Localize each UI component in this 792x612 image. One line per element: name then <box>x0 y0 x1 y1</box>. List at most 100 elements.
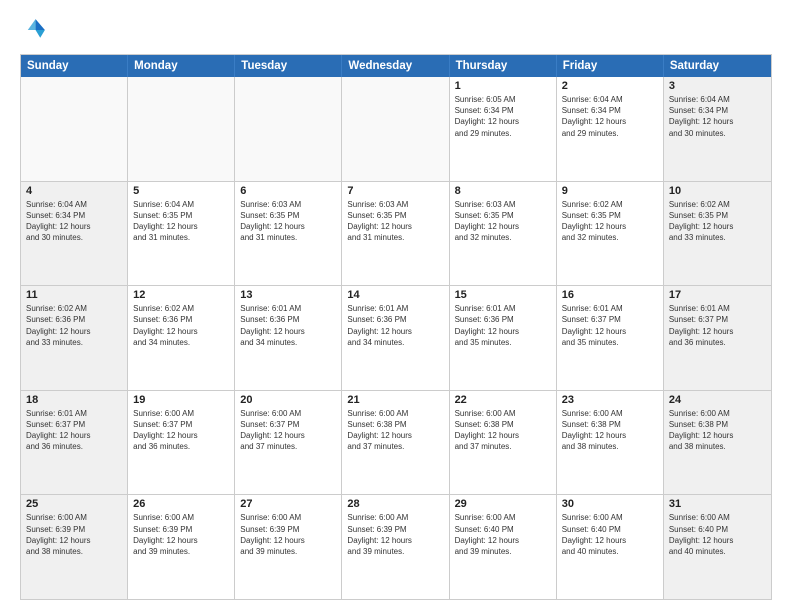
cell-info: Sunrise: 6:04 AM Sunset: 6:34 PM Dayligh… <box>562 94 658 139</box>
calendar-cell: 8 Sunrise: 6:03 AM Sunset: 6:35 PM Daylig… <box>450 182 557 286</box>
calendar-cell: 11 Sunrise: 6:02 AM Sunset: 6:36 PM Dayli… <box>21 286 128 390</box>
cell-info: Sunrise: 6:01 AM Sunset: 6:37 PM Dayligh… <box>669 303 766 348</box>
calendar-header-row: SundayMondayTuesdayWednesdayThursdayFrid… <box>21 55 771 77</box>
calendar-header-cell: Saturday <box>664 55 771 77</box>
calendar-cell <box>235 77 342 181</box>
cell-info: Sunrise: 6:02 AM Sunset: 6:35 PM Dayligh… <box>669 199 766 244</box>
day-number: 3 <box>669 80 766 92</box>
day-number: 16 <box>562 289 658 301</box>
cell-info: Sunrise: 6:00 AM Sunset: 6:37 PM Dayligh… <box>240 408 336 453</box>
page: SundayMondayTuesdayWednesdayThursdayFrid… <box>0 0 792 612</box>
calendar-cell: 19 Sunrise: 6:00 AM Sunset: 6:37 PM Dayli… <box>128 391 235 495</box>
logo-icon <box>20 16 48 44</box>
cell-info: Sunrise: 6:00 AM Sunset: 6:39 PM Dayligh… <box>26 512 122 557</box>
day-number: 13 <box>240 289 336 301</box>
calendar-cell: 2 Sunrise: 6:04 AM Sunset: 6:34 PM Daylig… <box>557 77 664 181</box>
day-number: 6 <box>240 185 336 197</box>
calendar-cell: 14Sunrise: 6:01 AM Sunset: 6:36 PM Dayli… <box>342 286 449 390</box>
cell-info: Sunrise: 6:00 AM Sunset: 6:40 PM Dayligh… <box>669 512 766 557</box>
calendar-cell: 4Sunrise: 6:04 AM Sunset: 6:34 PM Daylig… <box>21 182 128 286</box>
calendar-cell: 31 Sunrise: 6:00 AM Sunset: 6:40 PM Dayli… <box>664 495 771 599</box>
cell-info: Sunrise: 6:04 AM Sunset: 6:35 PM Dayligh… <box>133 199 229 244</box>
cell-info: Sunrise: 6:01 AM Sunset: 6:36 PM Dayligh… <box>455 303 551 348</box>
day-number: 25 <box>26 498 122 510</box>
day-number: 19 <box>133 394 229 406</box>
calendar-cell: 23 Sunrise: 6:00 AM Sunset: 6:38 PM Dayli… <box>557 391 664 495</box>
calendar-header-cell: Wednesday <box>342 55 449 77</box>
calendar-week-row: 25 Sunrise: 6:00 AM Sunset: 6:39 PM Dayli… <box>21 495 771 599</box>
cell-info: Sunrise: 6:00 AM Sunset: 6:39 PM Dayligh… <box>347 512 443 557</box>
day-number: 21 <box>347 394 443 406</box>
cell-info: Sunrise: 6:01 AM Sunset: 6:37 PM Dayligh… <box>26 408 122 453</box>
day-number: 26 <box>133 498 229 510</box>
calendar-header-cell: Monday <box>128 55 235 77</box>
calendar-cell: 5 Sunrise: 6:04 AM Sunset: 6:35 PM Daylig… <box>128 182 235 286</box>
calendar-body: 1Sunrise: 6:05 AM Sunset: 6:34 PM Daylig… <box>21 77 771 599</box>
calendar-cell: 18 Sunrise: 6:01 AM Sunset: 6:37 PM Dayli… <box>21 391 128 495</box>
cell-info: Sunrise: 6:00 AM Sunset: 6:37 PM Dayligh… <box>133 408 229 453</box>
cell-info: Sunrise: 6:03 AM Sunset: 6:35 PM Dayligh… <box>240 199 336 244</box>
calendar-cell: 27 Sunrise: 6:00 AM Sunset: 6:39 PM Dayli… <box>235 495 342 599</box>
calendar-header-cell: Friday <box>557 55 664 77</box>
day-number: 12 <box>133 289 229 301</box>
calendar-cell: 20 Sunrise: 6:00 AM Sunset: 6:37 PM Dayli… <box>235 391 342 495</box>
calendar-week-row: 11 Sunrise: 6:02 AM Sunset: 6:36 PM Dayli… <box>21 286 771 391</box>
calendar-cell: 30Sunrise: 6:00 AM Sunset: 6:40 PM Dayli… <box>557 495 664 599</box>
cell-info: Sunrise: 6:05 AM Sunset: 6:34 PM Dayligh… <box>455 94 551 139</box>
day-number: 31 <box>669 498 766 510</box>
day-number: 5 <box>133 185 229 197</box>
calendar-cell: 16 Sunrise: 6:01 AM Sunset: 6:37 PM Dayli… <box>557 286 664 390</box>
calendar-cell: 29Sunrise: 6:00 AM Sunset: 6:40 PM Dayli… <box>450 495 557 599</box>
calendar-header-cell: Thursday <box>450 55 557 77</box>
cell-info: Sunrise: 6:00 AM Sunset: 6:39 PM Dayligh… <box>133 512 229 557</box>
day-number: 20 <box>240 394 336 406</box>
logo <box>20 16 52 44</box>
calendar-cell: 3 Sunrise: 6:04 AM Sunset: 6:34 PM Daylig… <box>664 77 771 181</box>
day-number: 2 <box>562 80 658 92</box>
calendar-week-row: 18 Sunrise: 6:01 AM Sunset: 6:37 PM Dayli… <box>21 391 771 496</box>
calendar-cell <box>21 77 128 181</box>
cell-info: Sunrise: 6:02 AM Sunset: 6:36 PM Dayligh… <box>26 303 122 348</box>
cell-info: Sunrise: 6:00 AM Sunset: 6:38 PM Dayligh… <box>562 408 658 453</box>
day-number: 9 <box>562 185 658 197</box>
day-number: 22 <box>455 394 551 406</box>
day-number: 28 <box>347 498 443 510</box>
header <box>20 16 772 44</box>
calendar-cell: 9 Sunrise: 6:02 AM Sunset: 6:35 PM Daylig… <box>557 182 664 286</box>
calendar-cell: 15 Sunrise: 6:01 AM Sunset: 6:36 PM Dayli… <box>450 286 557 390</box>
day-number: 27 <box>240 498 336 510</box>
day-number: 18 <box>26 394 122 406</box>
day-number: 11 <box>26 289 122 301</box>
calendar-cell: 7Sunrise: 6:03 AM Sunset: 6:35 PM Daylig… <box>342 182 449 286</box>
cell-info: Sunrise: 6:00 AM Sunset: 6:38 PM Dayligh… <box>455 408 551 453</box>
day-number: 24 <box>669 394 766 406</box>
day-number: 8 <box>455 185 551 197</box>
cell-info: Sunrise: 6:00 AM Sunset: 6:38 PM Dayligh… <box>669 408 766 453</box>
calendar-header-cell: Sunday <box>21 55 128 77</box>
cell-info: Sunrise: 6:00 AM Sunset: 6:39 PM Dayligh… <box>240 512 336 557</box>
day-number: 15 <box>455 289 551 301</box>
cell-info: Sunrise: 6:03 AM Sunset: 6:35 PM Dayligh… <box>455 199 551 244</box>
calendar-cell: 28 Sunrise: 6:00 AM Sunset: 6:39 PM Dayli… <box>342 495 449 599</box>
cell-info: Sunrise: 6:01 AM Sunset: 6:36 PM Dayligh… <box>240 303 336 348</box>
day-number: 14 <box>347 289 443 301</box>
cell-info: Sunrise: 6:04 AM Sunset: 6:34 PM Dayligh… <box>669 94 766 139</box>
cell-info: Sunrise: 6:00 AM Sunset: 6:40 PM Dayligh… <box>562 512 658 557</box>
cell-info: Sunrise: 6:01 AM Sunset: 6:37 PM Dayligh… <box>562 303 658 348</box>
calendar-week-row: 4Sunrise: 6:04 AM Sunset: 6:34 PM Daylig… <box>21 182 771 287</box>
day-number: 17 <box>669 289 766 301</box>
calendar: SundayMondayTuesdayWednesdayThursdayFrid… <box>20 54 772 600</box>
day-number: 4 <box>26 185 122 197</box>
calendar-cell: 24 Sunrise: 6:00 AM Sunset: 6:38 PM Dayli… <box>664 391 771 495</box>
cell-info: Sunrise: 6:03 AM Sunset: 6:35 PM Dayligh… <box>347 199 443 244</box>
calendar-cell: 6 Sunrise: 6:03 AM Sunset: 6:35 PM Daylig… <box>235 182 342 286</box>
calendar-cell <box>342 77 449 181</box>
day-number: 23 <box>562 394 658 406</box>
calendar-cell: 26 Sunrise: 6:00 AM Sunset: 6:39 PM Dayli… <box>128 495 235 599</box>
calendar-header-cell: Tuesday <box>235 55 342 77</box>
calendar-cell: 12Sunrise: 6:02 AM Sunset: 6:36 PM Dayli… <box>128 286 235 390</box>
calendar-cell: 22 Sunrise: 6:00 AM Sunset: 6:38 PM Dayli… <box>450 391 557 495</box>
cell-info: Sunrise: 6:02 AM Sunset: 6:35 PM Dayligh… <box>562 199 658 244</box>
calendar-cell <box>128 77 235 181</box>
calendar-cell: 13 Sunrise: 6:01 AM Sunset: 6:36 PM Dayli… <box>235 286 342 390</box>
